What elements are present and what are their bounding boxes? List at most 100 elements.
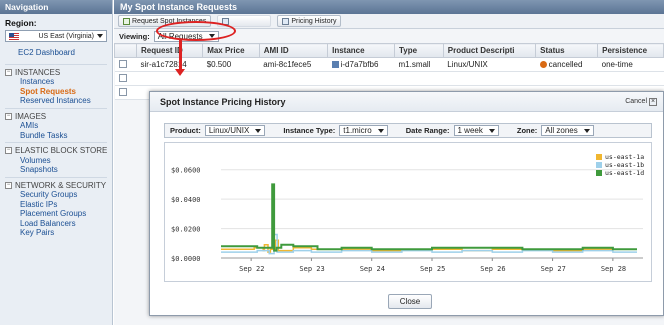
- red-arrow-annotation: [175, 40, 185, 76]
- sidebar-item-bundle-tasks[interactable]: Bundle Tasks: [0, 131, 112, 141]
- product-label: Product:: [170, 126, 201, 135]
- region-value: US East (Virginia): [38, 32, 94, 40]
- legend-swatch: [596, 154, 602, 160]
- y-tick-label: $0.0000: [171, 255, 201, 263]
- sidebar-item-load-balancers[interactable]: Load Balancers: [0, 219, 112, 229]
- region-select[interactable]: US East (Virginia): [5, 30, 107, 42]
- close-button[interactable]: Close: [388, 294, 432, 309]
- collapse-icon: −: [5, 147, 12, 155]
- sidebar-section-label: IMAGES: [15, 111, 47, 121]
- sidebar-item-elastic-ips[interactable]: Elastic IPs: [0, 200, 112, 210]
- pricing-history-highlight-circle: [156, 21, 236, 41]
- sidebar-section-elastic-block-store[interactable]: − ELASTIC BLOCK STORE: [0, 146, 112, 156]
- instance-link[interactable]: i-d7a7bfb6: [341, 60, 379, 69]
- sidebar-nav-list: EC2 Dashboard − INSTANCES Instances Spot Req…: [0, 42, 112, 238]
- column-header[interactable]: Status: [535, 43, 599, 58]
- sidebar-section-images[interactable]: − IMAGES: [0, 112, 112, 122]
- request-id-cell: sir-a1c72814: [136, 57, 203, 72]
- table-row[interactable]: sir-a1c72814 $0.500 ami-8c1fece5 i-d7a7b…: [114, 57, 664, 72]
- table-header-row: Request ID Max Price AMI ID Instance Typ…: [114, 43, 664, 58]
- persistence-cell: one-time: [597, 57, 664, 72]
- legend-label: us-east-1a: [605, 153, 644, 161]
- region-label: Region:: [5, 18, 37, 28]
- sidebar-item-instances[interactable]: Instances: [0, 77, 112, 87]
- instance-cell: i-d7a7bfb6: [327, 57, 395, 72]
- x-tick-label: Sep 27: [541, 265, 566, 273]
- x-tick-label: Sep 25: [420, 265, 445, 273]
- instance-type-label: Instance Type:: [283, 126, 336, 135]
- zone-label: Zone:: [516, 126, 538, 135]
- column-header[interactable]: Product Descripti: [442, 43, 537, 58]
- y-tick-label: $0.0200: [171, 226, 201, 234]
- chevron-down-icon: [377, 128, 384, 133]
- navigation-sidebar: Navigation Region: US East (Virginia) EC…: [0, 0, 113, 325]
- sidebar-section-instances[interactable]: − INSTANCES: [0, 68, 112, 78]
- table-row[interactable]: [114, 71, 664, 86]
- instance-type-select[interactable]: t1.micro: [339, 125, 388, 136]
- pricing-history-label: Pricing History: [291, 17, 337, 25]
- pricing-chart-container: $0.0000 $0.0200 $0.0400 $0.0600 Sep 22 Sep 23…: [164, 142, 652, 282]
- row-checkbox[interactable]: [118, 59, 127, 68]
- pricing-history-button[interactable]: Pricing History: [277, 15, 342, 27]
- sidebar-divider: [5, 107, 107, 109]
- x-tick-label: Sep 26: [480, 265, 505, 273]
- chevron-down-icon: [583, 128, 590, 133]
- series-line-us-east-1d: [221, 183, 637, 252]
- sidebar-divider: [5, 63, 107, 65]
- sidebar-item-key-pairs[interactable]: Key Pairs: [0, 228, 112, 238]
- sidebar-item-spot-requests[interactable]: Spot Requests: [0, 87, 112, 97]
- chevron-down-icon: [97, 34, 103, 38]
- column-header[interactable]: Max Price: [202, 43, 260, 58]
- us-flag-icon: [9, 32, 19, 40]
- sidebar-section-label: ELASTIC BLOCK STORE: [15, 146, 108, 155]
- sidebar-section-network-security[interactable]: − NETWORK & SECURITY: [0, 181, 112, 191]
- sidebar-item-ec2-dashboard[interactable]: EC2 Dashboard: [0, 48, 112, 58]
- sidebar-item-placement-groups[interactable]: Placement Groups: [0, 209, 112, 219]
- legend-swatch: [596, 170, 602, 176]
- x-tick-label: Sep 24: [360, 265, 385, 273]
- cancel-label: Cancel: [625, 98, 647, 105]
- cancel-button[interactable]: Cancel ×: [625, 97, 657, 106]
- date-range-select[interactable]: 1 week: [453, 125, 499, 136]
- x-tick-label: Sep 23: [299, 265, 324, 273]
- dialog-header: Spot Instance Pricing History Cancel ×: [150, 92, 663, 112]
- column-header[interactable]: Type: [393, 43, 444, 58]
- max-price-cell: $0.500: [202, 57, 260, 72]
- chart-icon: [282, 17, 290, 25]
- y-tick-label: $0.0600: [171, 167, 201, 175]
- sidebar-divider: [5, 142, 107, 143]
- sidebar-section-label: INSTANCES: [15, 67, 61, 77]
- legend-label: us-east-1d: [605, 169, 644, 177]
- zone-value: All zones: [545, 126, 578, 135]
- sidebar-item-amis[interactable]: AMIs: [0, 121, 112, 131]
- ami-id-cell: ami-8c1fece5: [259, 57, 328, 72]
- chevron-down-icon: [255, 128, 262, 133]
- sidebar-item-volumes[interactable]: Volumes: [0, 156, 112, 166]
- sidebar-item-snapshots[interactable]: Snapshots: [0, 165, 112, 175]
- row-checkbox[interactable]: [118, 87, 127, 96]
- pricing-history-chart: $0.0000 $0.0200 $0.0400 $0.0600 Sep 22 Sep 23…: [171, 153, 644, 273]
- legend-swatch: [596, 162, 602, 168]
- navigation-title: Navigation: [0, 0, 112, 14]
- viewing-label: Viewing:: [119, 31, 150, 41]
- status-value: cancelled: [548, 60, 583, 69]
- column-header[interactable]: Instance: [327, 43, 395, 58]
- row-checkbox[interactable]: [118, 73, 127, 82]
- date-range-value: 1 week: [457, 126, 483, 135]
- collapse-icon: −: [5, 181, 12, 189]
- dialog-title: Spot Instance Pricing History: [160, 96, 286, 107]
- column-header[interactable]: Persistence: [597, 43, 664, 58]
- column-header[interactable]: Request ID: [135, 43, 204, 58]
- sidebar-item-security-groups[interactable]: Security Groups: [0, 190, 112, 200]
- close-icon: ×: [649, 97, 657, 106]
- filter-bar: Product: Linux/UNIX Instance Type: t1.mi…: [164, 123, 652, 138]
- product-select[interactable]: Linux/UNIX: [204, 125, 266, 136]
- sidebar-item-reserved-instances[interactable]: Reserved Instances: [0, 96, 112, 106]
- column-header[interactable]: AMI ID: [258, 43, 329, 58]
- status-cell: cancelled: [535, 57, 598, 72]
- cancelled-status-icon: [539, 61, 547, 68]
- sidebar-divider: [5, 176, 107, 178]
- zone-select[interactable]: All zones: [541, 125, 594, 136]
- product-value: Linux/UNIX: [208, 126, 250, 135]
- add-icon: [123, 17, 130, 25]
